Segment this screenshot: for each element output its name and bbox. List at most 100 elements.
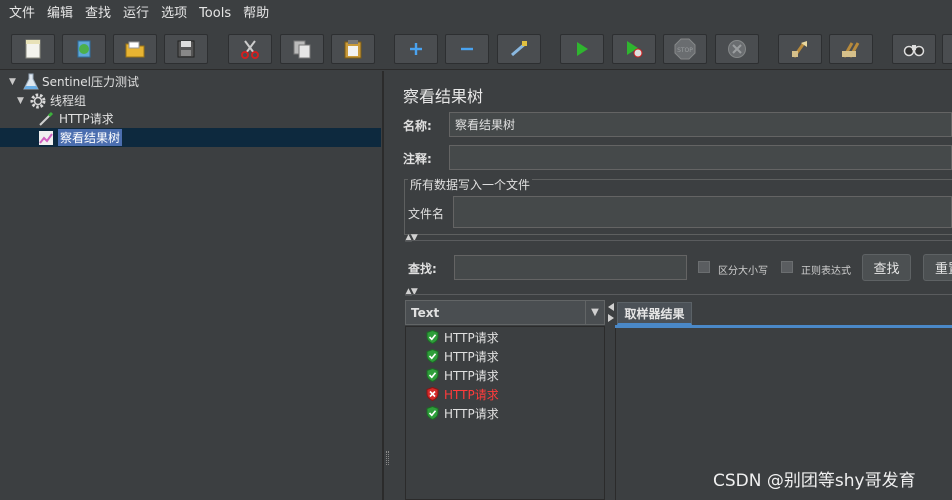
save-button[interactable] (164, 34, 208, 64)
toolbar-overflow-button[interactable] (942, 34, 952, 64)
regex-label: 正则表达式 (801, 266, 851, 277)
split-pane-divider[interactable] (383, 71, 391, 500)
gear-icon (30, 93, 46, 108)
tree-label: 察看结果树 (58, 129, 123, 146)
renderer-select-value: Text (411, 305, 440, 320)
start-no-pause-icon (627, 41, 643, 58)
new-button[interactable] (11, 34, 55, 64)
collapse-arrow-icon[interactable]: ▼ (17, 96, 27, 106)
split-arrows-icon[interactable] (606, 302, 616, 324)
expand-button[interactable] (394, 34, 438, 64)
reset-button[interactable]: 重置 (923, 254, 952, 281)
search-submit-button[interactable]: 查找 (862, 254, 911, 281)
tree-label: 线程组 (50, 94, 87, 108)
tree-label: HTTP请求 (59, 112, 114, 126)
tree-node-view-results-tree[interactable]: 察看结果树 (0, 128, 381, 147)
panel-title: 察看结果树 (403, 87, 484, 106)
search-icon (903, 45, 925, 57)
drag-handle-icon[interactable] (386, 451, 389, 465)
results-list: HTTP请求 HTTP请求 HTTP请求 HTTP请求 HTTP请求 (405, 326, 605, 500)
menu-search[interactable]: 查找 (79, 0, 117, 28)
shutdown-icon (728, 40, 746, 58)
open-button[interactable] (113, 34, 157, 64)
success-shield-icon (426, 349, 439, 363)
result-item[interactable]: HTTP请求 (426, 404, 499, 422)
divider (405, 294, 952, 295)
flask-icon (23, 73, 39, 89)
divider (405, 240, 952, 241)
clear-icon (792, 41, 807, 58)
view-results-tree-panel: 察看结果树 名称: 察看结果树 注释: 所有数据写入一个文件 文件名 ▲▼ 查找… (392, 71, 952, 500)
svg-text:STOP: STOP (677, 47, 693, 54)
error-shield-icon (426, 387, 439, 401)
tree-node-thread-group[interactable]: ▼ 线程组 (17, 91, 86, 110)
comment-label: 注释: (403, 152, 432, 166)
collapse-icon (461, 47, 473, 51)
start-icon (577, 42, 588, 56)
name-label: 名称: (403, 119, 432, 133)
menubar: 文件 编辑 查找 运行 选项 Tools 帮助 (0, 0, 952, 28)
toggle-icon (511, 41, 527, 57)
toolbar: STOP (0, 28, 952, 70)
menu-run[interactable]: 运行 (117, 0, 155, 28)
chevron-down-icon[interactable]: ▼ (585, 301, 604, 324)
copy-button[interactable] (280, 34, 324, 64)
success-shield-icon (426, 330, 439, 344)
clear-all-button[interactable] (829, 34, 873, 64)
menu-options[interactable]: 选项 (155, 0, 193, 28)
paste-icon (344, 40, 362, 59)
result-item[interactable]: HTTP请求 (426, 385, 499, 403)
result-item[interactable]: HTTP请求 (426, 366, 499, 384)
collapse-arrow-icon[interactable]: ▼ (9, 77, 19, 87)
chart-icon (39, 130, 53, 145)
success-shield-icon (426, 368, 439, 382)
stop-button[interactable]: STOP (663, 34, 707, 64)
start-button[interactable] (560, 34, 604, 64)
case-sensitive-checkbox[interactable] (698, 261, 710, 273)
menu-edit[interactable]: 编辑 (41, 0, 79, 28)
tab-sampler-result[interactable]: 取样器结果 (617, 302, 692, 325)
watermark: CSDN @别团等shy哥发育 (713, 471, 916, 491)
tree-node-http-sampler[interactable]: HTTP请求 (38, 109, 114, 128)
tree-label: Sentinel压力测试 (42, 75, 139, 89)
success-shield-icon (426, 406, 439, 420)
paste-button[interactable] (331, 34, 375, 64)
menu-tools[interactable]: Tools (193, 0, 237, 28)
collapse-toggle-icon[interactable]: ▲▼ (405, 287, 418, 297)
toggle-button[interactable] (497, 34, 541, 64)
collapse-button[interactable] (445, 34, 489, 64)
open-icon (125, 41, 145, 58)
search-input[interactable] (454, 255, 687, 280)
group-title: 所有数据写入一个文件 (408, 176, 533, 193)
result-item[interactable]: HTTP请求 (426, 347, 499, 365)
templates-icon (77, 40, 91, 58)
name-field[interactable]: 察看结果树 (449, 112, 952, 137)
filename-field[interactable] (453, 196, 952, 228)
clear-all-icon (842, 42, 860, 58)
search-label: 查找: (408, 262, 437, 276)
copy-icon (293, 40, 311, 59)
cut-icon (241, 40, 259, 59)
search-button[interactable] (892, 34, 936, 64)
shutdown-button[interactable] (715, 34, 759, 64)
result-item[interactable]: HTTP请求 (426, 328, 499, 346)
regex-checkbox[interactable] (781, 261, 793, 273)
start-no-pause-button[interactable] (612, 34, 656, 64)
clear-button[interactable] (778, 34, 822, 64)
templates-button[interactable] (62, 34, 106, 64)
renderer-select[interactable]: Text ▼ (405, 300, 605, 325)
save-icon (177, 40, 195, 58)
filename-label: 文件名 (408, 207, 445, 221)
expand-icon (410, 43, 422, 55)
comment-field[interactable] (449, 145, 952, 170)
pipette-icon (39, 111, 54, 126)
tree-node-test-plan[interactable]: ▼ Sentinel压力测试 (9, 72, 139, 91)
cut-button[interactable] (228, 34, 272, 64)
new-icon (25, 39, 41, 59)
results-split-divider[interactable] (605, 300, 615, 500)
case-sensitive-label: 区分大小写 (718, 266, 768, 277)
test-plan-tree: ▼ Sentinel压力测试 ▼ 线程组 HTTP请求 察看结果树 (0, 71, 383, 500)
collapse-toggle-icon[interactable]: ▲▼ (405, 233, 418, 243)
menu-help[interactable]: 帮助 (237, 0, 275, 28)
menu-file[interactable]: 文件 (3, 0, 41, 28)
